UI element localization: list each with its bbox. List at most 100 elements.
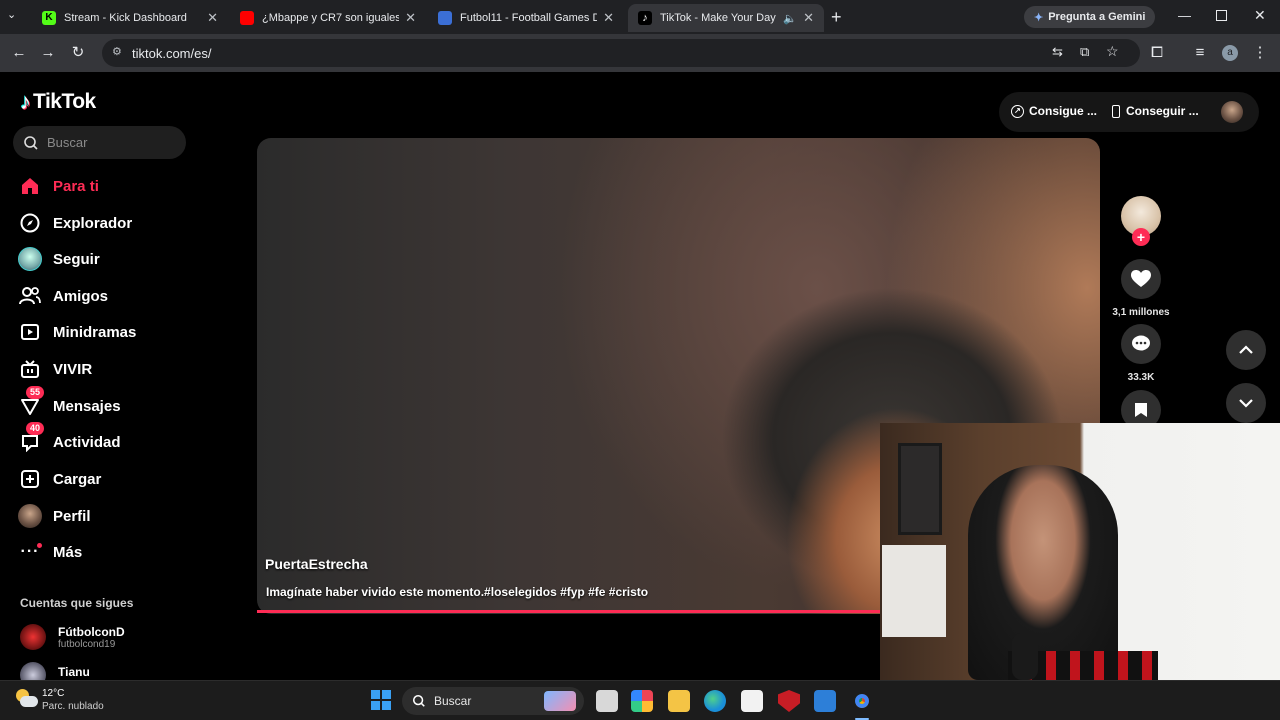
address-bar[interactable]: ⚙ tiktok.com/es/ ⇆ ⧉ ☆ xyxy=(102,39,1140,67)
install-app-icon[interactable]: ⧉ xyxy=(1080,44,1089,60)
copilot-icon[interactable] xyxy=(631,690,653,712)
tab-youtube[interactable]: ¿Mbappe y CR7 son iguales? | A ✕ xyxy=(230,4,426,32)
previous-video-button[interactable] xyxy=(1226,330,1266,370)
close-tab-icon[interactable]: ✕ xyxy=(207,10,218,26)
windows-taskbar: 12°C Parc. nublado Buscar xyxy=(0,680,1280,720)
close-tab-icon[interactable]: ✕ xyxy=(405,10,416,26)
activity-badge: 40 xyxy=(26,422,45,435)
menu-kebab-icon[interactable]: ⋮ xyxy=(1250,43,1270,63)
search-icon xyxy=(24,135,38,150)
back-icon[interactable]: ← xyxy=(9,43,29,63)
webcam-overlay xyxy=(880,423,1280,680)
nav-mas[interactable]: ··· Más xyxy=(18,537,82,567)
comment-count: 33.3K xyxy=(1127,372,1155,383)
task-view-icon[interactable] xyxy=(596,690,618,712)
account-avatar xyxy=(20,624,46,650)
gemini-icon: ✦ xyxy=(1034,11,1044,24)
next-video-button[interactable] xyxy=(1226,383,1266,423)
media-controls-icon[interactable]: ≡ xyxy=(1190,43,1210,63)
nav-label: Para ti xyxy=(53,177,99,195)
get-coins-button[interactable]: ↗ Consigue ... xyxy=(1011,104,1097,118)
nav-label: Perfil xyxy=(53,507,91,525)
more-icon: ··· xyxy=(18,540,42,564)
site-info-icon[interactable]: ⚙ xyxy=(112,45,122,58)
comment-action[interactable]: 33.3K xyxy=(1121,324,1161,383)
user-avatar[interactable] xyxy=(1221,101,1243,123)
coin-icon: ↗ xyxy=(1011,104,1024,118)
chrome-icon[interactable] xyxy=(851,690,873,712)
nav-vivir[interactable]: VIVIR xyxy=(18,354,92,384)
extensions-icon[interactable]: ⧠ xyxy=(1147,43,1167,63)
following-avatar-icon xyxy=(18,247,42,271)
mcafee-icon[interactable] xyxy=(778,690,800,712)
youtube-favicon-icon xyxy=(240,11,254,25)
nav-label: VIVIR xyxy=(53,360,93,378)
forward-icon[interactable]: → xyxy=(38,43,58,63)
video-author[interactable]: PuertaEstrecha xyxy=(265,556,368,572)
edge-icon[interactable] xyxy=(704,690,726,712)
following-section-title: Cuentas que sigues xyxy=(20,596,134,610)
video-progress-bar[interactable] xyxy=(257,610,881,613)
tiktok-note-icon: ♪ xyxy=(20,89,31,114)
nav-minidramas[interactable]: Minidramas xyxy=(18,317,136,347)
like-action[interactable]: 3,1 millones xyxy=(1112,259,1170,318)
comment-icon[interactable] xyxy=(1121,324,1161,364)
nav-explorador[interactable]: Explorador xyxy=(18,208,132,238)
nav-label: Cargar xyxy=(53,470,102,488)
nav-perfil[interactable]: Perfil xyxy=(18,501,91,531)
account-handle: futbolcond19 xyxy=(58,638,116,650)
microsoft-store-icon[interactable] xyxy=(741,690,763,712)
nav-label: Actividad xyxy=(53,433,121,451)
nav-seguir[interactable]: Seguir xyxy=(18,244,100,274)
tiktok-logo[interactable]: ♪ TikTok xyxy=(20,89,96,115)
bookmark-star-icon[interactable]: ☆ xyxy=(1106,43,1119,60)
nav-label: Mensajes xyxy=(53,397,121,415)
chevron-up-icon xyxy=(1239,345,1253,354)
tab-title: ¿Mbappe y CR7 son iguales? | A xyxy=(262,12,400,24)
file-explorer-icon[interactable] xyxy=(668,690,690,712)
mail-icon[interactable] xyxy=(814,690,836,712)
app-label: Conseguir ... xyxy=(1126,104,1199,118)
search-box[interactable]: Buscar xyxy=(13,126,186,159)
streamer xyxy=(968,465,1118,680)
translate-icon[interactable]: ⇆ xyxy=(1052,44,1063,60)
get-app-button[interactable]: Conseguir ... xyxy=(1112,104,1199,118)
tab-title: TikTok - Make Your Day xyxy=(660,12,776,24)
heart-icon[interactable] xyxy=(1121,259,1161,299)
tab-futbol11[interactable]: Futbol11 - Football Games Dail ✕ xyxy=(428,4,624,32)
maximize-icon[interactable] xyxy=(1216,10,1227,21)
nav-mensajes[interactable]: 55 Mensajes xyxy=(18,386,121,421)
tab-tiktok[interactable]: ♪ TikTok - Make Your Day 🔈 ✕ xyxy=(628,4,824,32)
phone-icon xyxy=(1112,104,1120,118)
logo-text: TikTok xyxy=(33,90,96,113)
nav-label: Amigos xyxy=(53,287,109,305)
header-actions: ↗ Consigue ... Conseguir ... xyxy=(999,92,1259,132)
close-window-icon[interactable]: ✕ xyxy=(1254,7,1266,24)
live-tv-icon xyxy=(18,357,42,381)
minimize-icon[interactable]: — xyxy=(1178,8,1191,23)
nav-actividad[interactable]: 40 Actividad xyxy=(18,422,121,457)
profile-avatar[interactable]: a xyxy=(1222,45,1238,61)
reload-icon[interactable]: ↻ xyxy=(68,43,88,63)
browser-toolbar: ← → ↻ ⚙ tiktok.com/es/ ⇆ ⧉ ☆ ⧠ ≡ a ⋮ xyxy=(0,34,1280,72)
weather-temp[interactable]: 12°C xyxy=(42,688,64,699)
close-tab-icon[interactable]: ✕ xyxy=(603,10,614,26)
tab-kick[interactable]: K Stream - Kick Dashboard ✕ xyxy=(32,4,228,32)
following-account[interactable]: FútbolconD futbolcond19 xyxy=(20,624,125,650)
gemini-button[interactable]: ✦ Pregunta a Gemini xyxy=(1024,6,1156,28)
tab-search-icon[interactable]: ⌄ xyxy=(7,8,16,21)
nav-amigos[interactable]: Amigos xyxy=(18,281,108,311)
windows-start-icon[interactable] xyxy=(371,690,391,710)
close-tab-icon[interactable]: ✕ xyxy=(803,10,814,26)
nav-para-ti[interactable]: Para ti xyxy=(18,171,99,201)
messages-badge: 55 xyxy=(26,386,45,399)
nav-cargar[interactable]: Cargar xyxy=(18,464,101,494)
home-icon xyxy=(18,174,42,198)
account-name: Tianu xyxy=(58,665,90,679)
video-caption: Imagínate haber vivido este momento.#los… xyxy=(266,585,649,599)
new-tab-icon[interactable]: + xyxy=(831,7,842,28)
audio-playing-icon[interactable]: 🔈 xyxy=(783,12,797,25)
kick-favicon-icon: K xyxy=(42,11,56,25)
taskbar-search[interactable]: Buscar xyxy=(402,687,584,715)
follow-plus-icon[interactable]: + xyxy=(1132,228,1150,246)
